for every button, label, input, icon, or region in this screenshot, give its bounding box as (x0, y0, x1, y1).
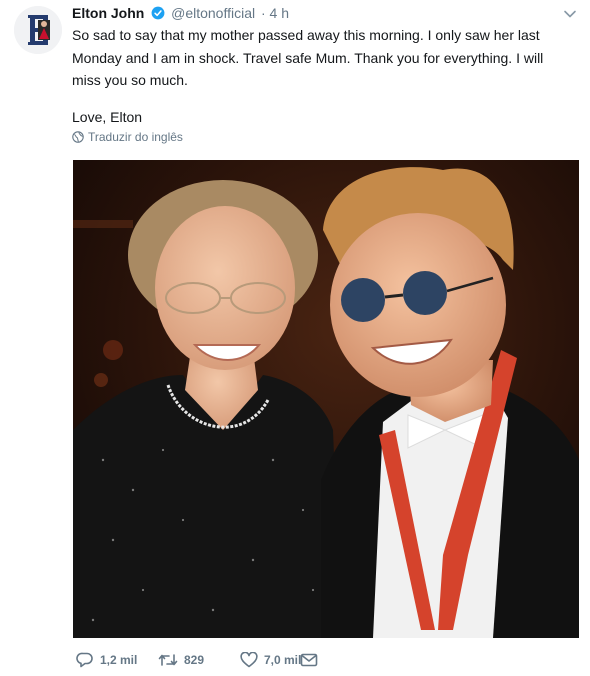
tweet-text-line: miss you so much. (72, 72, 188, 88)
retweet-count: 829 (184, 653, 205, 667)
reply-button[interactable]: 1,2 mil (76, 652, 158, 668)
tweet-header: Elton John @eltonofficial · 4 h (72, 4, 289, 24)
tweet-text-line: Monday and I am in shock. Travel safe Mu… (72, 49, 544, 66)
like-count: 7,0 mil (264, 653, 302, 667)
avatar[interactable] (14, 6, 62, 54)
author-name[interactable]: Elton John (72, 5, 144, 21)
verified-badge-icon (151, 6, 165, 24)
tweet-text: So sad to say that my mother passed away… (72, 24, 572, 128)
reply-count: 1,2 mil (100, 653, 138, 667)
translate-label: Traduzir do inglês (88, 130, 183, 144)
envelope-icon (300, 653, 318, 667)
tweet-actions: 1,2 mil 829 7,0 mil (76, 652, 318, 668)
retweet-button[interactable]: 829 (158, 652, 240, 668)
heart-icon (240, 652, 258, 668)
author-handle[interactable]: @eltonofficial (171, 5, 255, 21)
tweet-text-line: So sad to say that my mother passed away… (72, 27, 540, 43)
globe-icon (72, 131, 84, 143)
tweet-signoff: Love, Elton (72, 108, 143, 125)
message-button[interactable] (300, 653, 318, 667)
photo-image (73, 160, 579, 638)
tweet-time[interactable]: · 4 h (261, 5, 289, 21)
elton-john-logo-icon (14, 6, 62, 54)
retweet-icon (158, 654, 178, 666)
chevron-down-icon[interactable] (562, 6, 578, 22)
tweet-photo[interactable] (73, 160, 579, 638)
translate-link[interactable]: Traduzir do inglês (72, 130, 183, 144)
reply-icon (76, 652, 93, 668)
